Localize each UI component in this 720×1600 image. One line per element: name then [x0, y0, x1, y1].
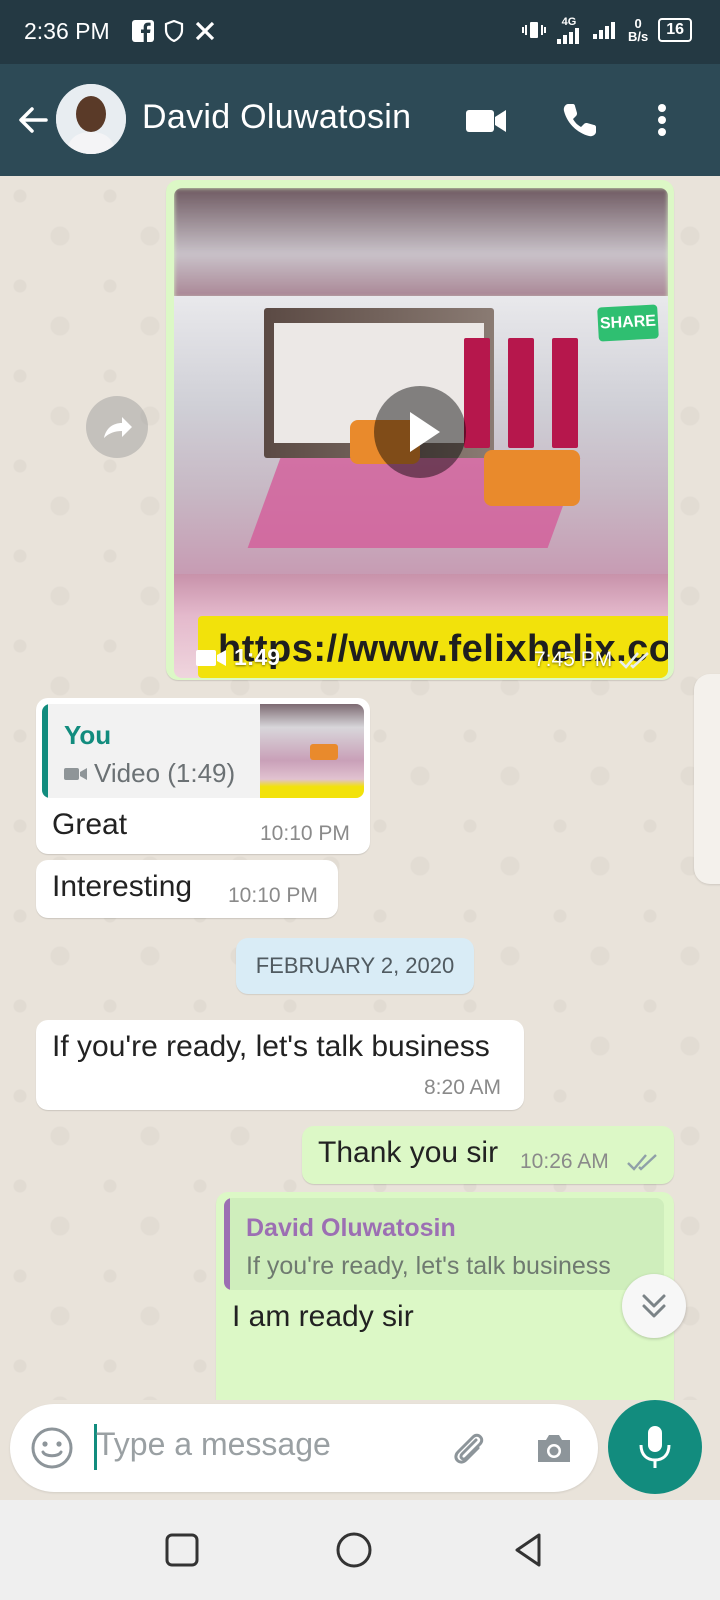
message-time: 10:26 AM	[520, 1150, 609, 1173]
net-speed: 0 B/s	[628, 17, 648, 43]
read-ticks-icon	[619, 652, 650, 669]
status-indicators: 4G 0 B/s 16	[521, 16, 692, 44]
network-indicator: 4G	[556, 16, 582, 44]
quote-bar	[42, 704, 48, 798]
video-frame-panel	[508, 338, 534, 448]
net-speed-unit: B/s	[627, 29, 649, 44]
video-duration-text: 1:49	[234, 644, 281, 670]
quote-bar	[224, 1198, 230, 1290]
video-timestamp: 7:45 PM	[534, 648, 652, 672]
attach-icon[interactable]	[446, 1426, 490, 1470]
vibrate-icon	[521, 22, 546, 38]
forward-button[interactable]	[86, 396, 148, 458]
avatar-image	[56, 84, 126, 154]
quote-content: Video (1:49)	[64, 758, 235, 789]
avatar[interactable]	[56, 84, 126, 154]
home-icon[interactable]	[334, 1530, 374, 1570]
date-separator: FEBRUARY 2, 2020	[236, 938, 474, 994]
system-nav-bar	[0, 1500, 720, 1600]
network-type: 4G	[561, 16, 577, 28]
chat-header: David Oluwatosin	[0, 64, 720, 176]
x-logo-icon	[195, 21, 215, 41]
video-frame-panel	[552, 338, 578, 448]
video-frame-panel	[464, 338, 490, 448]
more-vert-icon[interactable]	[640, 98, 684, 142]
quote-thumbnail-sofa	[310, 744, 338, 760]
video-camera-icon	[64, 767, 87, 780]
video-call-icon[interactable]	[464, 98, 508, 142]
reply-message-great[interactable]: You Video (1:49) Great 10:10 PM	[36, 698, 370, 854]
double-chevron-down-icon	[642, 1294, 666, 1318]
reply-message-ready[interactable]: David Oluwatosin If you're ready, let's …	[216, 1192, 674, 1400]
contact-name[interactable]: David Oluwatosin	[142, 98, 411, 137]
camera-icon[interactable]	[532, 1426, 576, 1470]
read-ticks-icon	[627, 1154, 657, 1171]
back-arrow-icon[interactable]	[14, 100, 54, 140]
message-text: Thank you sir	[318, 1136, 499, 1169]
quote-thumbnail	[260, 704, 364, 798]
message-time: 8:20 AM	[424, 1076, 502, 1099]
quoted-message[interactable]: David Oluwatosin If you're ready, let's …	[224, 1198, 664, 1290]
play-button[interactable]	[374, 386, 466, 478]
quoted-message[interactable]: You Video (1:49)	[42, 704, 364, 798]
phone-icon[interactable]	[558, 98, 602, 142]
quote-author: David Oluwatosin	[246, 1214, 456, 1242]
message-time: 7:45 PM	[534, 648, 613, 671]
quote-text: If you're ready, let's talk business	[246, 1252, 611, 1280]
signal-icon	[556, 28, 579, 44]
battery-indicator: 16	[658, 18, 692, 42]
back-nav-icon[interactable]	[508, 1530, 548, 1570]
video-frame-top	[174, 188, 668, 298]
microphone-icon	[639, 1426, 671, 1468]
quote-author: You	[64, 720, 112, 750]
recents-icon[interactable]	[162, 1530, 202, 1570]
play-icon	[410, 412, 440, 452]
chat-area[interactable]: https://www.felixhelix.com SHARE 1:49 7:…	[0, 176, 720, 1400]
message-text: Interesting	[52, 870, 193, 903]
share-badge: SHARE	[597, 304, 659, 342]
message-input[interactable]: Type a message	[96, 1426, 331, 1463]
message-text: If you're ready, let's talk business	[52, 1030, 490, 1063]
notification-icons	[132, 20, 216, 42]
message-time: 10:10 PM	[260, 822, 350, 845]
message-composer: Type a message	[10, 1404, 598, 1492]
message-interesting[interactable]: Interesting 10:10 PM	[36, 860, 338, 918]
emoji-icon[interactable]	[30, 1426, 74, 1470]
message-thanks[interactable]: Thank you sir 10:26 AM	[302, 1126, 674, 1184]
message-text: Great	[52, 808, 128, 841]
status-bar: 2:36 PM 4G 0 B/s 16	[0, 0, 720, 64]
video-thumbnail[interactable]: https://www.felixhelix.com SHARE 1:49 7:…	[174, 188, 668, 678]
video-duration: 1:49	[196, 644, 280, 671]
status-time: 2:36 PM	[24, 18, 110, 44]
side-drawer-handle[interactable]	[694, 674, 720, 884]
shield-icon	[164, 20, 184, 42]
video-message[interactable]: https://www.felixhelix.com SHARE 1:49 7:…	[166, 180, 674, 680]
video-camera-icon	[196, 649, 226, 666]
message-text: I am ready sir	[232, 1300, 414, 1333]
facebook-icon	[132, 20, 154, 42]
message-time: 10:10 PM	[228, 884, 318, 907]
voice-record-button[interactable]	[608, 1400, 702, 1494]
scroll-to-bottom-button[interactable]	[622, 1274, 686, 1338]
message-business[interactable]: If you're ready, let's talk business 8:2…	[36, 1020, 524, 1110]
video-frame-sofa	[484, 450, 580, 506]
signal-icon-2	[592, 22, 615, 39]
forward-icon	[104, 417, 132, 438]
quote-text: Video (1:49)	[94, 758, 236, 788]
